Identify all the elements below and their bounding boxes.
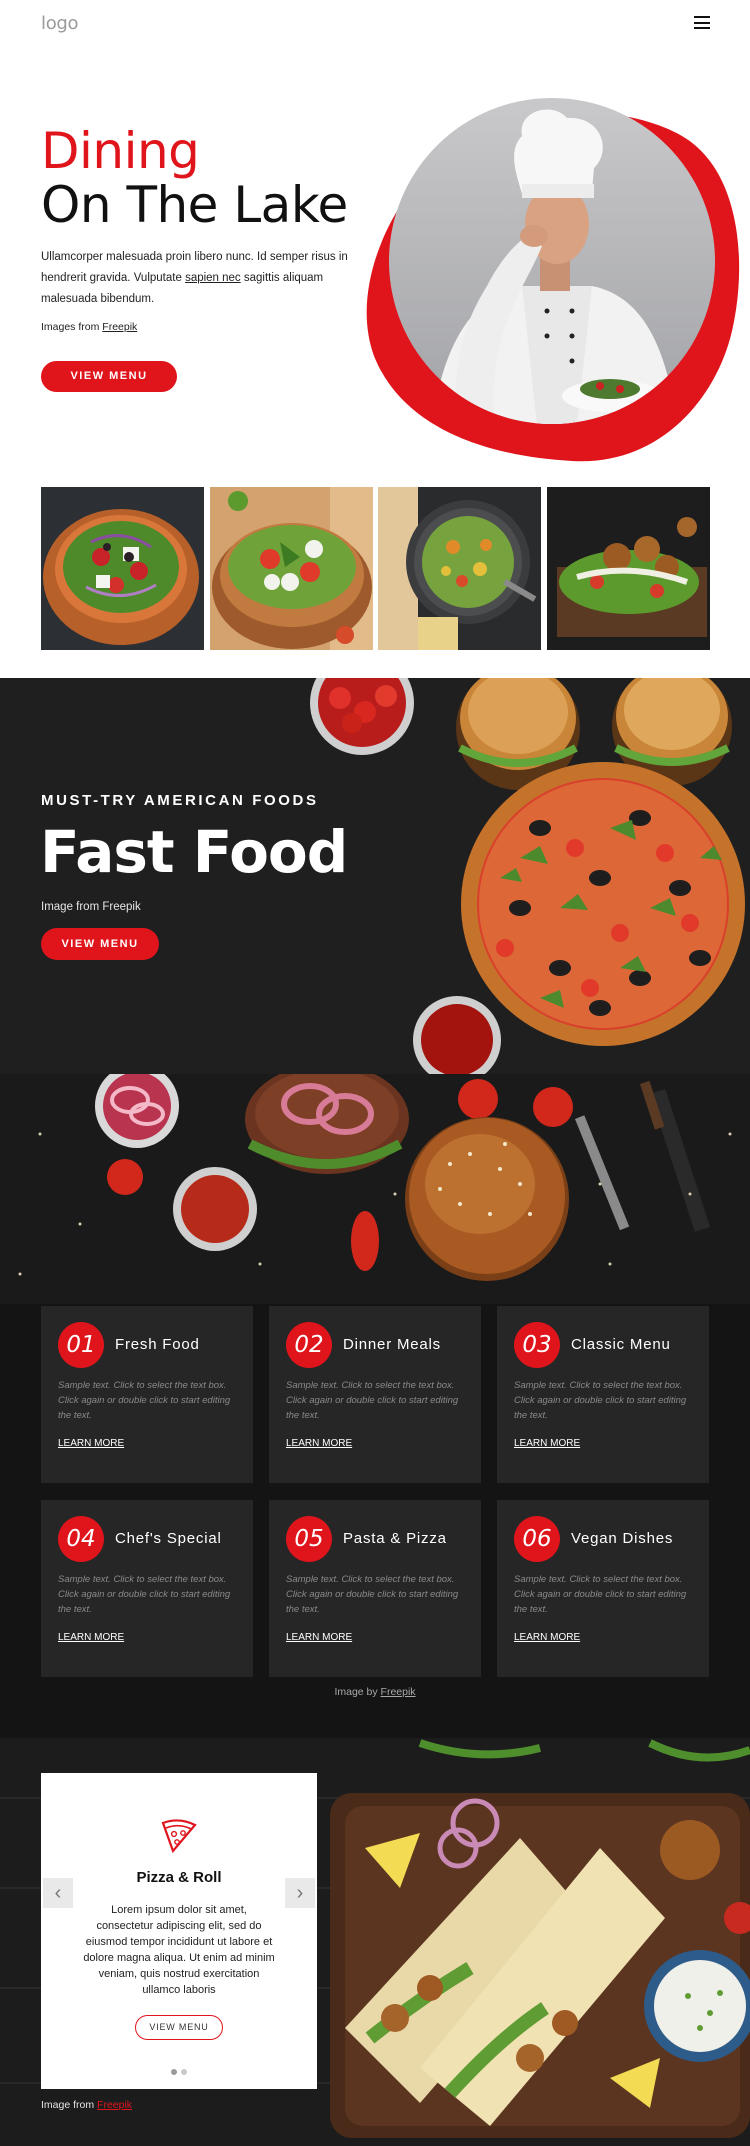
feature-number-badge: 06 (514, 1516, 560, 1562)
feature-card-2: 02 Dinner Meals Sample text. Click to se… (269, 1306, 481, 1483)
food-thumbnail-caprese-salad (210, 487, 373, 650)
slide-title: Pizza & Roll (136, 1869, 222, 1886)
feature-title: Dinner Meals (343, 1336, 441, 1353)
slider-next-arrow-icon[interactable]: › (285, 1878, 315, 1908)
hamburger-icon[interactable] (694, 16, 710, 29)
hero-title-line2: On The Lake (41, 176, 348, 234)
feature-number-badge: 01 (58, 1322, 104, 1368)
pizza-roll-section: Pizza & Roll Lorem ipsum dolor sit amet,… (0, 1738, 750, 2146)
feature-description: Sample text. Click to select the text bo… (286, 1574, 459, 1615)
feature-card-3: 03 Classic Menu Sample text. Click to se… (497, 1306, 709, 1483)
feature-title: Vegan Dishes (571, 1530, 674, 1547)
learn-more-link[interactable]: LEARN MORE (286, 1438, 352, 1449)
feature-number-badge: 03 (514, 1322, 560, 1368)
feature-number-badge: 05 (286, 1516, 332, 1562)
slide-view-menu-button[interactable]: VIEW MENU (135, 2015, 223, 2040)
hero-title-line1: Dining (41, 122, 200, 180)
logo[interactable]: logo (41, 13, 79, 34)
slider-dot-1[interactable] (171, 2069, 177, 2075)
features-credit-prefix: Image by (334, 1686, 381, 1698)
hero-description: Ullamcorper malesuada proin libero nunc.… (41, 247, 361, 310)
learn-more-link[interactable]: LEARN MORE (514, 1632, 580, 1643)
learn-more-link[interactable]: LEARN MORE (58, 1632, 124, 1643)
food-thumbnail-greek-salad (41, 487, 204, 650)
pizza-roll-credit-link[interactable]: Freepik (97, 2099, 132, 2111)
slider-prev-arrow-icon[interactable]: ‹ (43, 1878, 73, 1908)
fast-food-subtitle: MUST-TRY AMERICAN FOODS (41, 792, 319, 809)
feature-description: Sample text. Click to select the text bo… (58, 1574, 231, 1615)
feature-number-badge: 02 (286, 1322, 332, 1368)
fast-food-view-menu-button[interactable]: VIEW MENU (41, 928, 159, 960)
learn-more-link[interactable]: LEARN MORE (286, 1632, 352, 1643)
features-credit-link[interactable]: Freepik (381, 1686, 416, 1698)
hero-text-link[interactable]: sapien nec (185, 272, 241, 284)
slider-pagination (171, 2062, 191, 2080)
hero-chef-image (362, 96, 742, 466)
feature-card-1: 01 Fresh Food Sample text. Click to sele… (41, 1306, 253, 1483)
feature-description: Sample text. Click to select the text bo… (514, 1574, 687, 1615)
food-thumbnail-falafel-salad (547, 487, 710, 650)
hero-view-menu-button[interactable]: VIEW MENU (41, 361, 177, 392)
feature-title: Classic Menu (571, 1336, 671, 1353)
hero-credit-prefix: Images from (41, 321, 103, 333)
feature-description: Sample text. Click to select the text bo… (58, 1380, 231, 1421)
burger-ingredients-image (0, 1074, 750, 1304)
slide-description: Lorem ipsum dolor sit amet, consectetur … (83, 1904, 275, 1996)
hero-credit: Images from Freepik (41, 321, 137, 333)
feature-card-5: 05 Pasta & Pizza Sample text. Click to s… (269, 1500, 481, 1677)
feature-description: Sample text. Click to select the text bo… (514, 1380, 687, 1421)
feature-title: Fresh Food (115, 1336, 200, 1353)
feature-number-badge: 04 (58, 1516, 104, 1562)
features-credit: Image by Freepik (0, 1686, 750, 1698)
feature-card-6: 06 Vegan Dishes Sample text. Click to se… (497, 1500, 709, 1677)
pizza-roll-credit: Image from Freepik (41, 2099, 132, 2111)
feature-description: Sample text. Click to select the text bo… (286, 1380, 459, 1421)
slider-dot-2[interactable] (181, 2069, 187, 2075)
fast-food-credit: Image from Freepik (41, 901, 141, 913)
features-section: 01 Fresh Food Sample text. Click to sele… (0, 1074, 750, 1738)
learn-more-link[interactable]: LEARN MORE (514, 1438, 580, 1449)
fast-food-section: MUST-TRY AMERICAN FOODS Fast Food Image … (0, 678, 750, 1074)
feature-title: Pasta & Pizza (343, 1530, 447, 1547)
pizza-roll-card: Pizza & Roll Lorem ipsum dolor sit amet,… (41, 1773, 317, 2089)
pizza-roll-credit-prefix: Image from (41, 2099, 98, 2111)
food-thumbnail-vegetable-pan (378, 487, 541, 650)
site-header: logo (0, 0, 750, 46)
hero-credit-link[interactable]: Freepik (102, 321, 137, 333)
learn-more-link[interactable]: LEARN MORE (58, 1438, 124, 1449)
feature-title: Chef's Special (115, 1530, 222, 1547)
fast-food-title: Fast Food (40, 818, 348, 886)
pizza-slice-icon (161, 1819, 197, 1854)
feature-card-4: 04 Chef's Special Sample text. Click to … (41, 1500, 253, 1677)
